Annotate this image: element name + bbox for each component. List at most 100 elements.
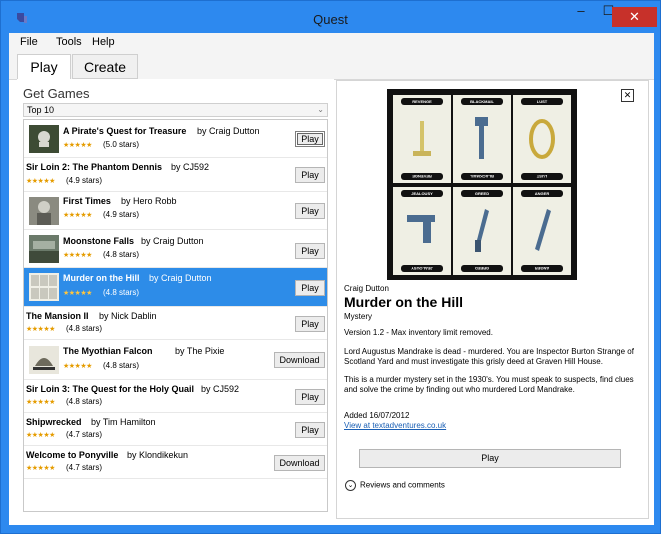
rating-text: (5.0 stars) [103, 140, 140, 149]
detail-author: Craig Dutton [344, 284, 389, 293]
download-button[interactable]: Download [274, 455, 325, 471]
card-label: JEALOUSY [401, 265, 443, 272]
game-thumbnail [29, 125, 59, 153]
cover-card: REVENGE REVENGE [393, 95, 451, 183]
card-label: GREED [461, 265, 503, 272]
menu-bar: File Tools Help [9, 33, 654, 51]
card-label: ANGER [521, 190, 563, 197]
game-row[interactable]: The Mansion II by Nick Dablin ★★★★★ (4.8… [24, 307, 327, 340]
chevron-down-icon: ⌄ [317, 105, 324, 114]
game-title: Moonstone Falls [63, 236, 135, 246]
game-row[interactable]: Sir Loin 2: The Phantom Dennis by CJ592 … [24, 158, 327, 192]
rope-icon [529, 119, 555, 159]
cover-card: JEALOUSY JEALOUSY [393, 187, 451, 275]
download-button[interactable]: Download [274, 352, 325, 368]
game-author: by Craig Dutton [197, 126, 260, 136]
textadventures-link[interactable]: View at textadventures.co.uk [344, 421, 446, 431]
detail-genre: Mystery [344, 312, 372, 321]
game-author: by CJ592 [201, 384, 240, 394]
card-label: LUST [521, 173, 563, 180]
get-games-heading: Get Games [23, 86, 90, 101]
game-author: by Hero Robb [121, 196, 177, 206]
tab-create[interactable]: Create [72, 54, 138, 79]
game-title: A Pirate's Quest for Treasure [63, 126, 187, 136]
tab-play[interactable]: Play [17, 54, 71, 80]
chevron-down-icon: ⌄ [345, 480, 356, 491]
star-rating-icon: ★★★★★ [26, 178, 55, 185]
game-row[interactable]: Moonstone Falls by Craig Dutton ★★★★★ (4… [24, 230, 327, 268]
rating-text: (4.7 stars) [66, 463, 103, 472]
detail-version: Version 1.2 - Max inventory limit remove… [344, 328, 493, 337]
minimize-button[interactable]: – [567, 1, 595, 21]
card-label: GREED [461, 190, 503, 197]
menu-tools[interactable]: Tools [56, 36, 82, 48]
play-button[interactable]: Play [295, 280, 325, 296]
reviews-toggle[interactable]: ⌄ Reviews and comments [345, 480, 445, 491]
menu-file[interactable]: File [20, 36, 38, 48]
revolver-icon [407, 215, 435, 243]
card-label: LUST [521, 98, 563, 105]
play-button[interactable]: Play [295, 422, 325, 438]
game-title: The Mansion II [26, 311, 89, 321]
rating-text: (4.8 stars) [103, 288, 140, 297]
play-button[interactable]: Play [295, 131, 325, 147]
rating-text: (4.9 stars) [66, 176, 103, 185]
star-rating-icon: ★★★★★ [63, 142, 92, 149]
cover-card: GREED GREED [453, 187, 511, 275]
rating-text: (4.8 stars) [66, 324, 103, 333]
star-rating-icon: ★★★★★ [26, 432, 55, 439]
app-window: Quest – ☐ ✕ File Tools Help Play Create … [0, 0, 661, 534]
cover-card: BLACKMAIL BLACKMAIL [453, 95, 511, 183]
detail-description: Lord Augustus Mandrake is dead - murdere… [344, 347, 634, 366]
star-rating-icon: ★★★★★ [26, 326, 55, 333]
card-label: JEALOUSY [401, 190, 443, 197]
play-button[interactable]: Play [295, 316, 325, 332]
lead-pipe-icon [535, 209, 551, 251]
game-thumbnail [29, 273, 59, 301]
detail-title: Murder on the Hill [344, 294, 463, 310]
play-button[interactable]: Play [295, 203, 325, 219]
game-row-selected[interactable]: Murder on the Hill by Craig Dutton ★★★★★… [24, 268, 327, 307]
play-button[interactable]: Play [295, 243, 325, 259]
game-detail-panel: ✕ REVENGE REVENGE BLACKMAIL BLACKMAIL LU… [336, 80, 649, 519]
game-author: by Tim Hamilton [91, 417, 156, 427]
card-label: BLACKMAIL [461, 173, 503, 180]
reviews-label: Reviews and comments [360, 480, 445, 490]
rating-text: (4.7 stars) [66, 430, 103, 439]
game-title: Murder on the Hill [63, 273, 140, 283]
game-title: Sir Loin 2: The Phantom Dennis [26, 162, 163, 172]
star-rating-icon: ★★★★★ [26, 465, 55, 472]
rating-text: (4.9 stars) [103, 210, 140, 219]
star-rating-icon: ★★★★★ [63, 212, 92, 219]
game-row[interactable]: The Myothian Falcon by The Pixie ★★★★★ (… [24, 340, 327, 380]
game-row[interactable]: Welcome to Ponyville by Klondikekun ★★★★… [24, 446, 327, 479]
card-label: REVENGE [401, 98, 443, 105]
title-bar[interactable]: Quest – ☐ ✕ [1, 1, 660, 33]
game-author: by Klondikekun [127, 450, 189, 460]
game-row[interactable]: Shipwrecked by Tim Hamilton ★★★★★ (4.7 s… [24, 413, 327, 446]
candlestick-icon [413, 121, 431, 156]
game-author: by Nick Dablin [99, 311, 157, 321]
game-row[interactable]: Sir Loin 3: The Quest for the Holy Quail… [24, 380, 327, 413]
close-window-button[interactable]: ✕ [612, 7, 657, 27]
play-button[interactable]: Play [295, 389, 325, 405]
detail-added-date: Added 16/07/2012 [344, 411, 410, 420]
cover-card: ANGER ANGER [513, 187, 571, 275]
game-title: Sir Loin 3: The Quest for the Holy Quail [26, 384, 195, 394]
star-rating-icon: ★★★★★ [26, 399, 55, 406]
window-title: Quest [313, 12, 348, 27]
play-button[interactable]: Play [295, 167, 325, 183]
play-button[interactable]: Play [359, 449, 621, 468]
close-icon[interactable]: ✕ [621, 89, 634, 102]
menu-help[interactable]: Help [92, 36, 115, 48]
game-row[interactable]: First Times by Hero Robb ★★★★★ (4.9 star… [24, 192, 327, 230]
filter-dropdown[interactable]: Top 10 ⌄ [23, 103, 328, 117]
detail-description: This is a murder mystery set in the 1930… [344, 375, 634, 394]
rating-text: (4.8 stars) [103, 250, 140, 259]
wrench-icon [475, 117, 488, 159]
card-label: REVENGE [401, 173, 443, 180]
games-list[interactable]: A Pirate's Quest for Treasure by Craig D… [23, 119, 328, 512]
game-title: Shipwrecked [26, 417, 82, 427]
knife-icon [475, 209, 489, 252]
game-row[interactable]: A Pirate's Quest for Treasure by Craig D… [24, 120, 327, 158]
